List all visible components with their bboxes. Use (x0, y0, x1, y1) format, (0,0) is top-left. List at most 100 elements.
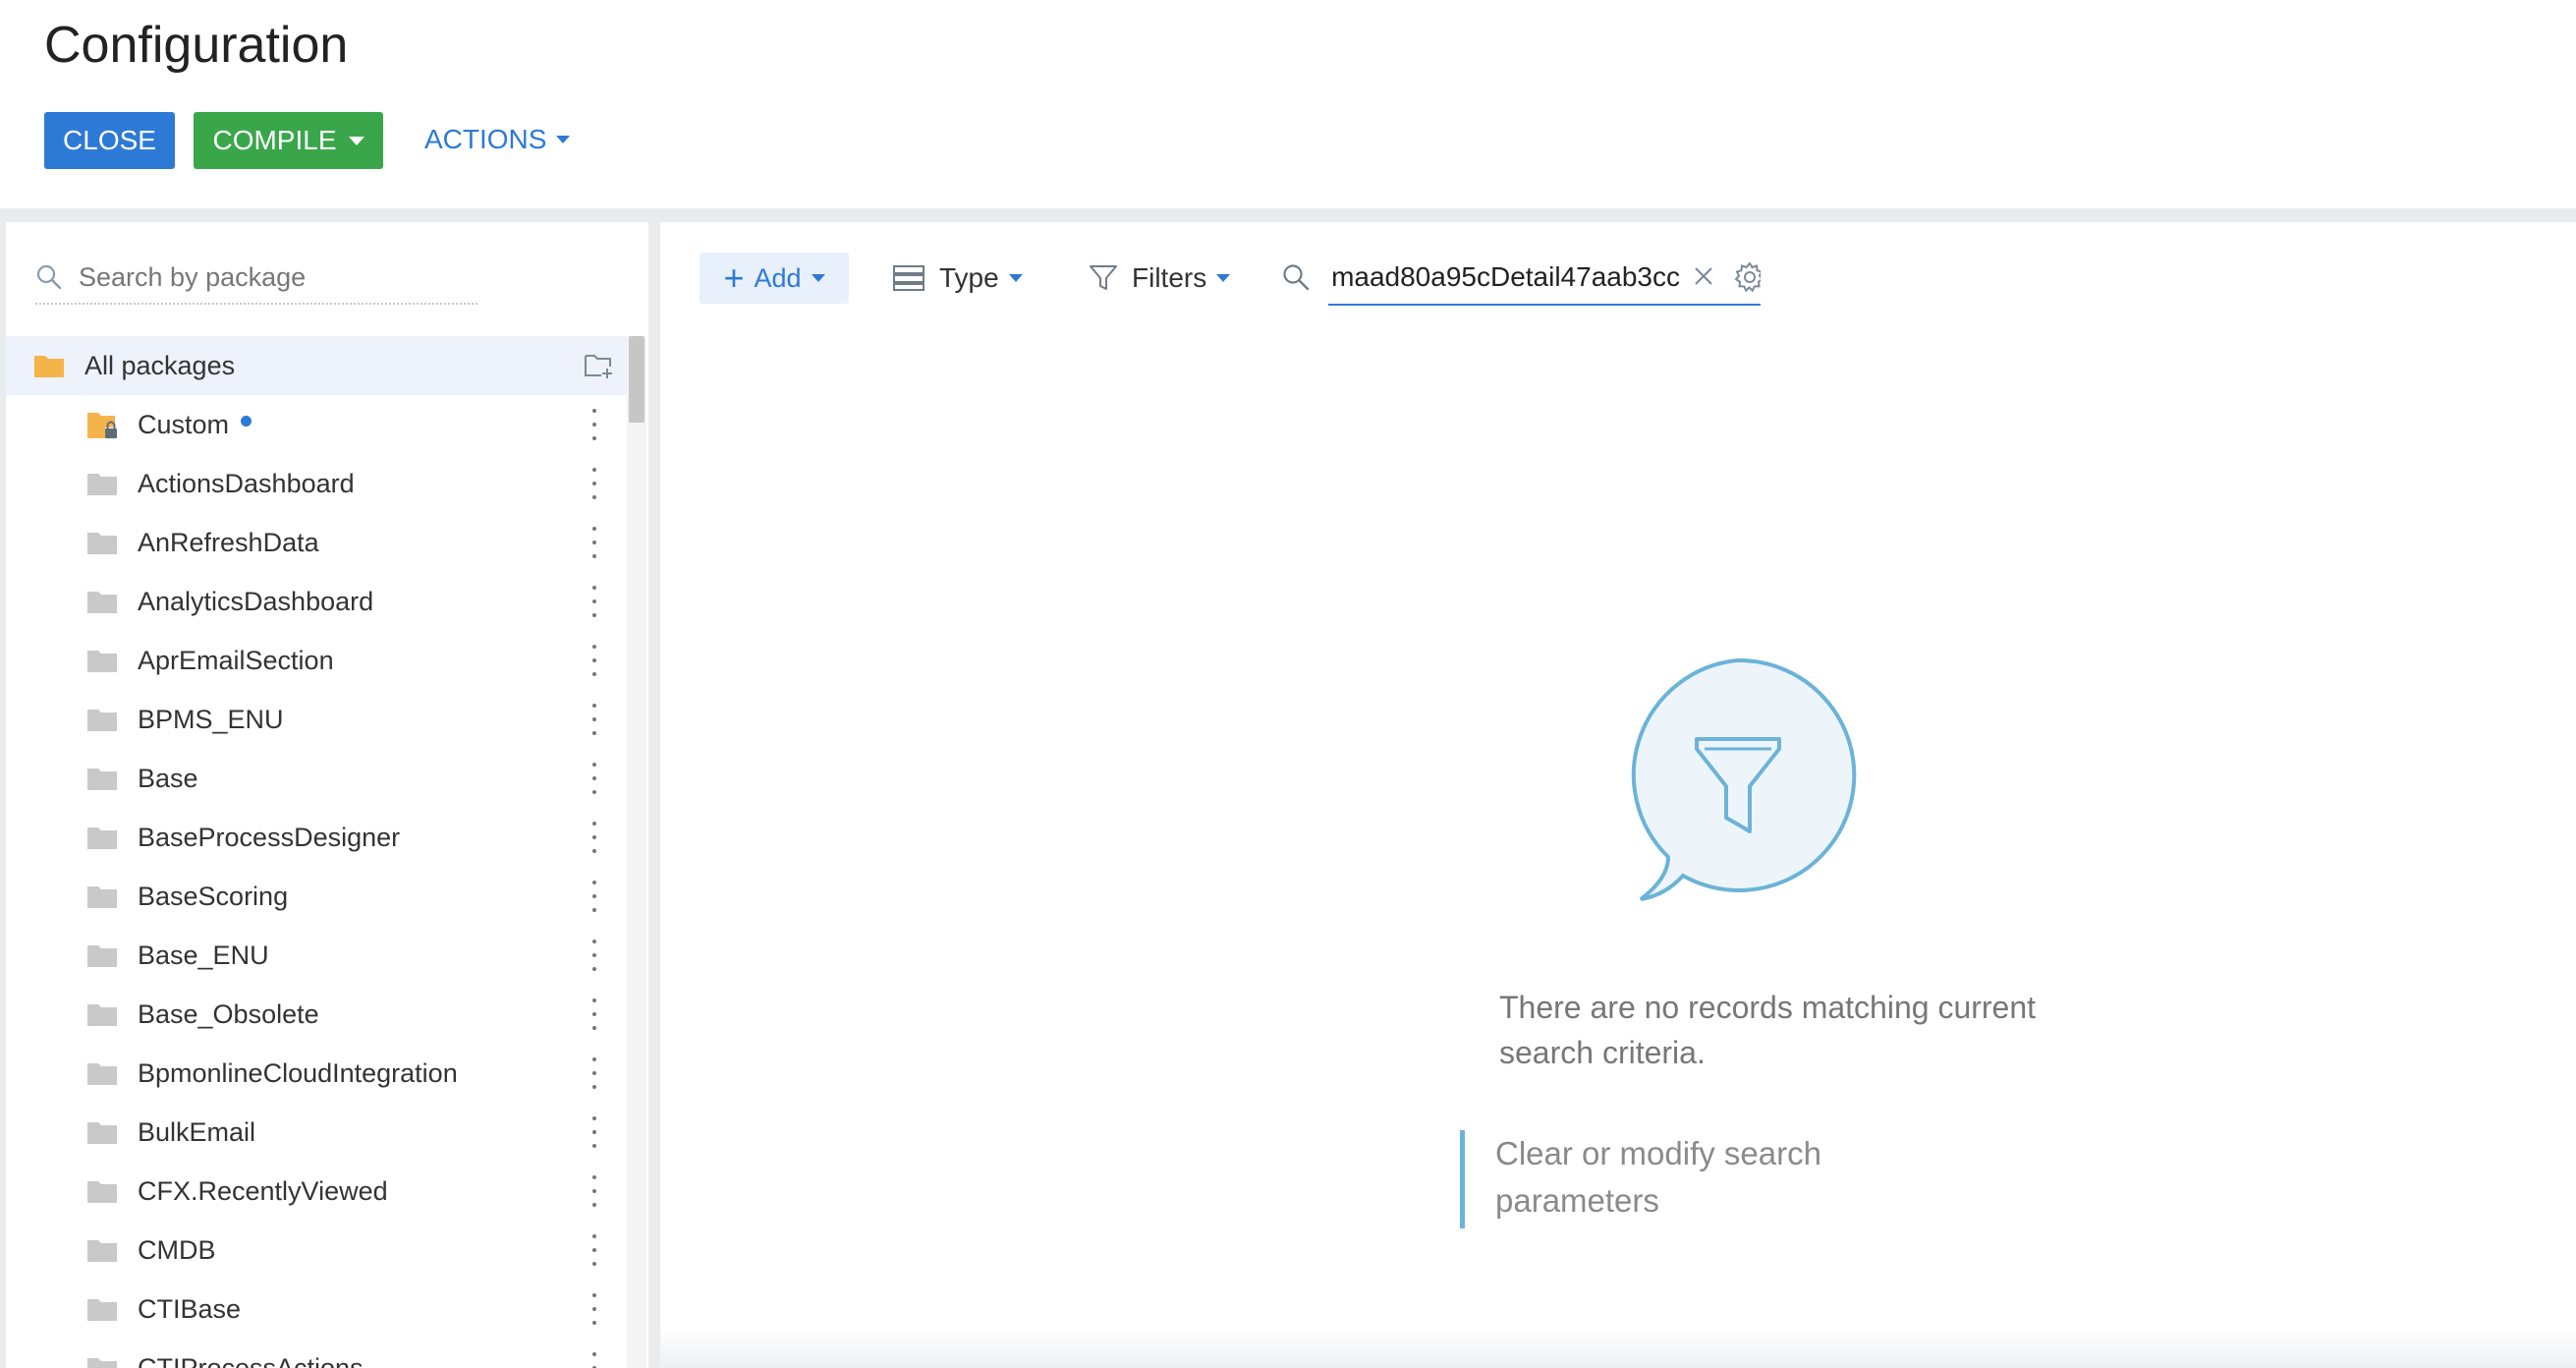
chevron-down-icon (811, 274, 825, 282)
search-icon (36, 264, 62, 290)
package-item[interactable]: Base (6, 749, 627, 808)
empty-state-message: There are no records matching current se… (1499, 990, 2037, 1070)
package-label: BaseScoring (138, 881, 289, 911)
package-item[interactable]: CTIBase (6, 1280, 627, 1339)
package-item[interactable]: CFX.RecentlyViewed (6, 1162, 627, 1221)
more-options-icon[interactable] (588, 468, 600, 499)
package-item[interactable]: BulkEmail (6, 1103, 627, 1162)
package-item[interactable]: BPMS_ENU (6, 690, 627, 749)
more-options-icon[interactable] (588, 409, 600, 440)
list-icon (893, 265, 924, 291)
package-item[interactable]: AnalyticsDashboard (6, 572, 627, 631)
type-filter-button[interactable]: Type (892, 253, 1023, 304)
page-header: Configuration CLOSE COMPILE ACTIONS (0, 0, 2576, 208)
tree-root-label: All packages (84, 350, 236, 380)
package-label: BPMS_ENU (138, 704, 284, 734)
add-button-label: Add (754, 262, 802, 293)
package-item[interactable]: AnRefreshData (6, 513, 627, 572)
package-item[interactable]: BaseProcessDesigner (6, 808, 627, 867)
chevron-down-icon (348, 136, 364, 145)
more-options-icon[interactable] (588, 822, 600, 853)
package-search-input[interactable] (77, 260, 454, 294)
package-item[interactable]: BpmonlineCloudIntegration (6, 1044, 627, 1103)
page-title: Configuration (44, 17, 349, 74)
folder-icon (87, 1358, 117, 1368)
folder-icon (87, 945, 117, 967)
compile-button[interactable]: COMPILE (194, 112, 383, 169)
more-options-icon[interactable] (588, 645, 600, 676)
more-options-icon[interactable] (588, 1116, 600, 1148)
grid-search (1277, 251, 1761, 306)
package-item[interactable]: Custom (6, 395, 627, 454)
sidebar-scrollbar[interactable] (627, 336, 646, 1368)
hint-accent-bar (1460, 1130, 1465, 1228)
package-item[interactable]: CTIProcessActions (6, 1339, 627, 1368)
folder-icon (87, 886, 117, 908)
more-options-icon[interactable] (588, 1352, 600, 1368)
more-options-icon[interactable] (588, 763, 600, 794)
package-item[interactable]: BaseScoring (6, 867, 627, 926)
package-label: BulkEmail (138, 1116, 256, 1147)
type-label: Type (939, 262, 999, 293)
scrollbar-thumb[interactable] (629, 336, 644, 423)
package-item[interactable]: ActionsDashboard (6, 454, 627, 513)
package-label: Base_ENU (138, 940, 269, 970)
more-options-icon[interactable] (588, 527, 600, 558)
folder-icon (87, 474, 117, 495)
folder-icon (87, 1004, 117, 1026)
more-options-icon[interactable] (588, 1234, 600, 1266)
clear-icon[interactable] (1692, 264, 1715, 288)
more-options-icon[interactable] (588, 1293, 600, 1325)
package-label: BaseProcessDesigner (138, 822, 401, 852)
package-label: Base (138, 763, 198, 793)
close-button[interactable]: CLOSE (44, 112, 175, 169)
package-label: Custom (138, 409, 230, 439)
tree-root-all-packages[interactable]: All packages (6, 336, 627, 395)
folder-open-icon (34, 356, 64, 377)
more-options-icon[interactable] (588, 881, 600, 912)
package-label: AprEmailSection (138, 645, 334, 675)
compile-button-label: COMPILE (212, 125, 337, 155)
empty-state-hint: Clear or modify search parameters (1495, 1135, 1821, 1219)
schema-grid-panel: + Add Type Filters emaad80a95cDetail47aa… (660, 222, 2576, 1368)
more-options-icon[interactable] (588, 1175, 600, 1207)
folder-icon (87, 1122, 117, 1144)
filters-button[interactable]: Filters (1089, 253, 1231, 304)
package-item[interactable]: CMDB (6, 1221, 627, 1280)
folder-icon (87, 1240, 117, 1262)
package-label: CTIProcessActions (138, 1352, 364, 1368)
package-sidebar: All packages Custom ActionsDashboard AnRef… (6, 222, 648, 1368)
grid-search-field (1328, 251, 1761, 306)
folder-icon (87, 1181, 117, 1203)
locked-folder-icon (87, 413, 117, 438)
more-options-icon[interactable] (588, 586, 600, 617)
package-label: ActionsDashboard (138, 468, 355, 498)
folder-icon (87, 592, 117, 613)
folder-icon (87, 769, 117, 790)
package-item[interactable]: Base_ENU (6, 926, 627, 985)
package-label: Base_Obsolete (138, 998, 319, 1029)
filters-label: Filters (1132, 262, 1207, 293)
chevron-down-icon (556, 136, 571, 143)
more-options-icon[interactable] (588, 940, 600, 971)
panel-bottom-shadow (660, 1329, 2576, 1368)
package-search (35, 252, 477, 305)
package-item[interactable]: Base_Obsolete (6, 985, 627, 1044)
chevron-down-icon (1008, 274, 1023, 282)
grid-toolbar: + Add Type Filters (660, 222, 2576, 330)
more-options-icon[interactable] (588, 998, 600, 1030)
add-button[interactable]: + Add (700, 253, 849, 304)
folder-icon (87, 533, 117, 554)
package-label: CTIBase (138, 1293, 242, 1324)
package-item[interactable]: AprEmailSection (6, 631, 627, 690)
gear-icon[interactable] (1733, 260, 1761, 294)
folder-icon (87, 651, 117, 672)
more-options-icon[interactable] (588, 704, 600, 735)
plus-icon: + (723, 257, 745, 298)
grid-search-input[interactable] (1328, 258, 1682, 296)
actions-menu-button[interactable]: ACTIONS (424, 124, 571, 155)
more-options-icon[interactable] (588, 1057, 600, 1089)
package-label: CFX.RecentlyViewed (138, 1175, 388, 1206)
add-folder-icon[interactable] (584, 352, 613, 379)
chevron-down-icon (1216, 274, 1231, 282)
